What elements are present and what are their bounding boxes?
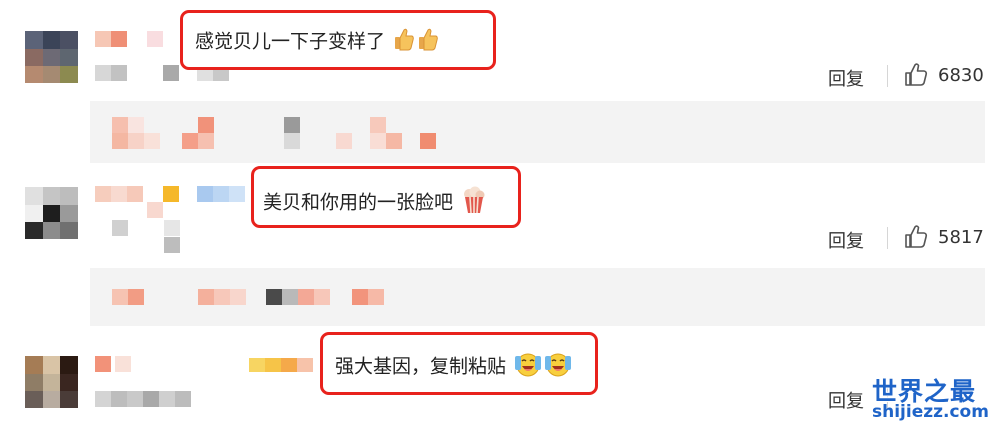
comment-text: 感觉贝儿一下子变样了	[195, 27, 439, 57]
reply-button[interactable]: 回复	[828, 387, 864, 413]
crying-laughing-icon	[544, 350, 572, 384]
thumbs-up-icon	[417, 27, 439, 57]
replies-panel[interactable]	[90, 101, 985, 163]
comment-text-content: 强大基因，复制粘贴	[335, 355, 507, 378]
replies-panel[interactable]	[90, 268, 985, 326]
avatar[interactable]	[25, 356, 78, 408]
avatar[interactable]	[25, 31, 78, 83]
comment-meta	[95, 391, 205, 409]
like-count: 6830	[938, 65, 984, 86]
watermark-url: shijiezz.com	[872, 402, 989, 422]
comment-text-content: 感觉贝儿一下子变样了	[195, 30, 386, 53]
thumbs-up-icon[interactable]	[903, 224, 929, 254]
comment-text: 美贝和你用的一张脸吧	[263, 186, 487, 220]
divider	[887, 65, 888, 87]
like-count: 5817	[938, 227, 984, 248]
comment-meta	[112, 220, 192, 256]
thumbs-up-icon	[393, 27, 415, 57]
crying-laughing-icon	[514, 350, 542, 384]
popcorn-icon	[461, 186, 487, 220]
comment-text: 强大基因，复制粘贴	[335, 350, 572, 384]
reply-button[interactable]: 回复	[828, 65, 864, 91]
watermark: 世界之最 shijiezz.com	[872, 372, 992, 428]
username[interactable]	[95, 356, 325, 374]
username[interactable]	[95, 186, 255, 222]
username[interactable]	[95, 31, 165, 49]
comment-text-content: 美贝和你用的一张脸吧	[263, 191, 454, 214]
thumbs-up-icon[interactable]	[903, 62, 929, 92]
divider	[887, 227, 888, 249]
avatar[interactable]	[25, 187, 78, 239]
reply-button[interactable]: 回复	[828, 227, 864, 253]
